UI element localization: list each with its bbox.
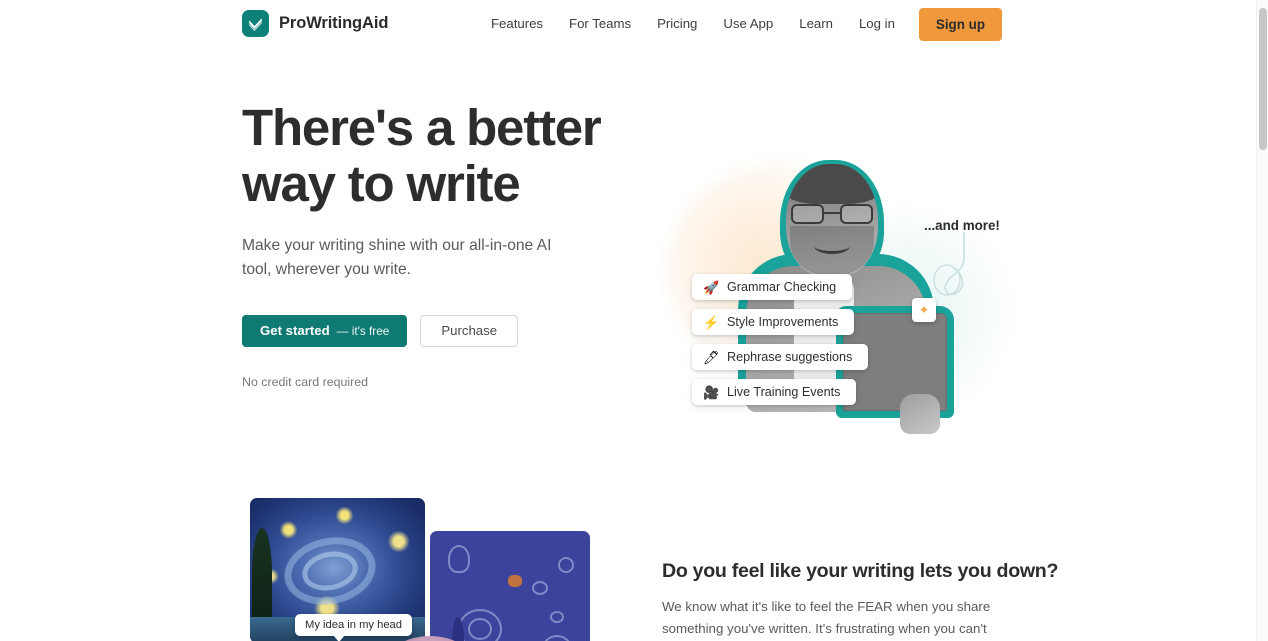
sparkle-icon: ✦ [918, 303, 930, 317]
feature-pill-grammar-checking[interactable]: 🚀 Grammar Checking [692, 274, 853, 300]
get-started-free-suffix: — it's free [336, 323, 390, 338]
get-started-label: Get started [260, 322, 330, 338]
video-camera-icon: 🎥 [703, 384, 720, 400]
sparkle-badge: ✦ [912, 298, 936, 322]
idea-tooltip: My idea in my head [295, 614, 413, 641]
purchase-button[interactable]: Purchase [420, 314, 519, 347]
sign-up-button[interactable]: Sign up [918, 7, 1002, 41]
hero-title: There's a better way to write [242, 99, 662, 213]
hero-title-line-2: way to write [242, 155, 521, 213]
nav-item-pricing[interactable]: Pricing [644, 0, 710, 48]
scrollbar-thumb[interactable] [1259, 8, 1267, 150]
nav-item-log-in[interactable]: Log in [846, 0, 908, 48]
get-started-button[interactable]: Get started — it's free [242, 314, 408, 347]
feature-pill-live-training-events[interactable]: 🎥 Live Training Events [692, 379, 857, 405]
section2-body: We know what it's like to feel the FEAR … [662, 599, 991, 636]
feature-pill-rephrase-suggestions[interactable]: 🖊 Rephrase suggestions [692, 344, 869, 370]
nav-item-features[interactable]: Features [478, 0, 556, 48]
nav-item-learn[interactable]: Learn [786, 0, 846, 48]
glasses-bridge [824, 212, 840, 215]
lightning-icon: ⚡ [703, 314, 720, 330]
feature-pill-label: Live Training Events [727, 385, 841, 399]
idea-comparison-illustration: My idea in my head [250, 498, 600, 641]
sketchy-idea-image [430, 531, 590, 641]
glasses-lens-right [840, 204, 873, 224]
sketch-swirl-2 [468, 618, 492, 640]
hero-subtitle: Make your writing shine with our all-in-… [242, 237, 552, 279]
section2-title: Do you feel like your writing lets you d… [662, 560, 1059, 582]
sketch-star-1 [448, 545, 470, 573]
nav-item-for-teams[interactable]: For Teams [556, 0, 644, 48]
site-header: ProWritingAid Features For Teams Pricing… [0, 0, 1256, 48]
glasses-lens-left [791, 204, 824, 224]
pen-icon: 🖊 [703, 349, 720, 365]
and-more-annotation: ...and more! [924, 218, 1000, 233]
rocket-icon: 🚀 [703, 279, 720, 295]
brand-logo-link[interactable]: ProWritingAid [242, 10, 388, 37]
feature-pill-style-improvements[interactable]: ⚡ Style Improvements [692, 309, 855, 335]
feature-pill-label: Rephrase suggestions [727, 350, 853, 364]
no-credit-card-note: No credit card required [242, 374, 369, 389]
hero-title-line-1: There's a better [242, 99, 602, 156]
feature-pill-label: Grammar Checking [727, 280, 837, 294]
hero-cta-group: Get started — it's free Purchase [242, 314, 662, 347]
sketch-star-3 [558, 557, 574, 573]
sketch-star-4 [550, 611, 564, 623]
page-root: ProWritingAid Features For Teams Pricing… [0, 0, 1268, 641]
section2-copy: Do you feel like your writing lets you d… [662, 560, 1059, 641]
nav-item-use-app[interactable]: Use App [710, 0, 786, 48]
page-scrollbar[interactable] [1256, 0, 1268, 641]
hero-copy: There's a better way to write Make your … [242, 99, 662, 389]
main-nav: Features For Teams Pricing Use App Learn… [478, 0, 1002, 48]
prowritingaid-logo-icon [242, 10, 269, 37]
brand-name: ProWritingAid [279, 14, 389, 32]
sketch-dot [508, 575, 522, 587]
person-hair [786, 164, 878, 204]
sketch-swirl-3 [542, 635, 572, 641]
sketch-star-2 [532, 581, 548, 595]
glasses-icon [786, 204, 878, 224]
feature-pill-label: Style Improvements [727, 315, 839, 329]
person-smile [814, 238, 850, 254]
hero-illustration: 🚀 Grammar Checking ⚡ Style Improvements … [648, 96, 1048, 434]
